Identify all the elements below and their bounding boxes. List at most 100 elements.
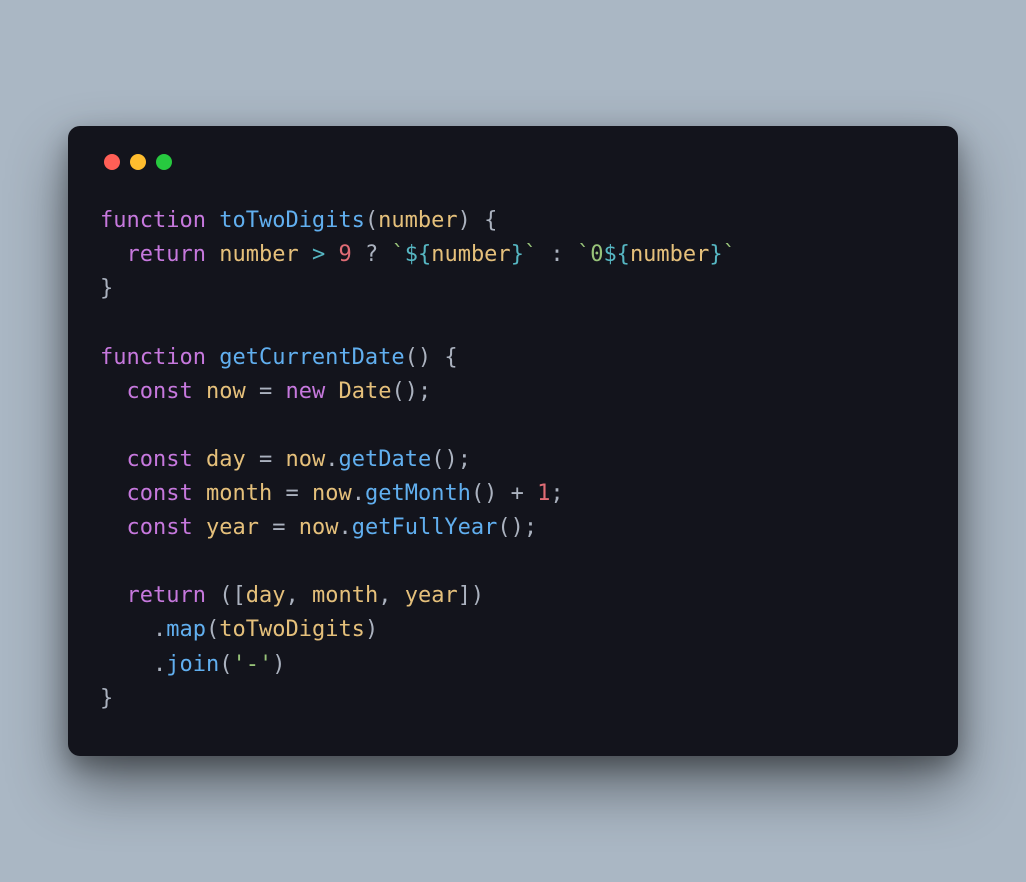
- code-token: getMonth: [365, 481, 471, 506]
- code-token: number: [431, 242, 510, 267]
- code-token: }: [100, 686, 113, 711]
- code-block[interactable]: function toTwoDigits(number) { return nu…: [100, 204, 926, 715]
- code-line: const now = new Date();: [100, 379, 431, 404]
- code-token: (: [365, 208, 378, 233]
- code-token: ();: [497, 515, 537, 540]
- code-token: }: [709, 242, 722, 267]
- code-token: (: [206, 617, 219, 642]
- code-token: [100, 447, 127, 472]
- code-token: .: [100, 617, 166, 642]
- code-token: .: [100, 652, 166, 677]
- code-line: return number > 9 ? `${number}` : `0${nu…: [100, 242, 736, 267]
- code-token: const: [127, 379, 206, 404]
- code-window: function toTwoDigits(number) { return nu…: [68, 126, 958, 755]
- code-token: getDate: [338, 447, 431, 472]
- code-token: :: [537, 242, 577, 267]
- code-line: .join('-'): [100, 652, 285, 677]
- code-token: function: [100, 345, 219, 370]
- code-token: () {: [405, 345, 458, 370]
- code-token: `: [723, 242, 736, 267]
- code-token: number: [630, 242, 709, 267]
- maximize-icon[interactable]: [156, 154, 172, 170]
- code-token: toTwoDigits: [219, 617, 365, 642]
- code-token: >: [299, 242, 339, 267]
- code-token: map: [166, 617, 206, 642]
- code-token: toTwoDigits: [219, 208, 365, 233]
- code-token: `: [577, 242, 590, 267]
- code-token: month: [312, 583, 378, 608]
- code-token: ]): [458, 583, 485, 608]
- code-token: month: [206, 481, 272, 506]
- code-token: [100, 583, 127, 608]
- code-token: const: [127, 481, 206, 506]
- code-token: `: [391, 242, 404, 267]
- code-token: ): [365, 617, 378, 642]
- code-token: year: [206, 515, 259, 540]
- code-token: [100, 481, 127, 506]
- code-token: year: [405, 583, 458, 608]
- code-token: ();: [431, 447, 471, 472]
- code-token: ();: [391, 379, 431, 404]
- code-token: =: [259, 515, 299, 540]
- code-token: 0: [590, 242, 603, 267]
- code-token: day: [206, 447, 246, 472]
- code-token: now: [285, 447, 325, 472]
- code-token: ): [272, 652, 285, 677]
- code-token: }: [511, 242, 524, 267]
- code-token: now: [312, 481, 352, 506]
- code-token: const: [127, 515, 206, 540]
- code-token: ,: [378, 583, 405, 608]
- close-icon[interactable]: [104, 154, 120, 170]
- code-token: =: [246, 447, 286, 472]
- code-line: }: [100, 686, 113, 711]
- code-line: const month = now.getMonth() + 1;: [100, 481, 564, 506]
- code-line: [100, 549, 113, 574]
- code-token: ;: [550, 481, 563, 506]
- code-token: () +: [471, 481, 537, 506]
- code-token: getFullYear: [352, 515, 498, 540]
- code-token: ([: [219, 583, 246, 608]
- code-token: ) {: [458, 208, 498, 233]
- code-token: [100, 242, 127, 267]
- code-token: const: [127, 447, 206, 472]
- code-line: .map(toTwoDigits): [100, 617, 378, 642]
- code-token: Date: [338, 379, 391, 404]
- code-token: number: [219, 242, 298, 267]
- code-token: now: [299, 515, 339, 540]
- code-line: return ([day, month, year]): [100, 583, 484, 608]
- code-line: }: [100, 276, 113, 301]
- minimize-icon[interactable]: [130, 154, 146, 170]
- code-token: new: [285, 379, 338, 404]
- code-token: 1: [537, 481, 550, 506]
- code-token: [100, 515, 127, 540]
- code-token: return: [127, 242, 220, 267]
- code-line: [100, 311, 113, 336]
- code-token: .: [325, 447, 338, 472]
- code-token: `: [524, 242, 537, 267]
- code-line: [100, 413, 113, 438]
- code-token: now: [206, 379, 246, 404]
- code-token: (: [219, 652, 232, 677]
- code-token: .: [352, 481, 365, 506]
- code-line: function toTwoDigits(number) {: [100, 208, 497, 233]
- code-token: 9: [338, 242, 351, 267]
- code-line: const year = now.getFullYear();: [100, 515, 537, 540]
- code-token: .: [338, 515, 351, 540]
- code-token: }: [100, 276, 113, 301]
- code-token: =: [272, 481, 312, 506]
- code-token: ${: [603, 242, 630, 267]
- code-token: day: [246, 583, 286, 608]
- code-token: ${: [405, 242, 432, 267]
- code-token: number: [378, 208, 457, 233]
- code-token: getCurrentDate: [219, 345, 404, 370]
- code-token: function: [100, 208, 219, 233]
- code-token: join: [166, 652, 219, 677]
- code-token: '-': [232, 652, 272, 677]
- traffic-lights: [104, 154, 926, 170]
- code-token: ,: [285, 583, 312, 608]
- code-line: function getCurrentDate() {: [100, 345, 458, 370]
- code-token: ?: [352, 242, 392, 267]
- code-line: const day = now.getDate();: [100, 447, 471, 472]
- code-token: =: [246, 379, 286, 404]
- code-token: [100, 379, 127, 404]
